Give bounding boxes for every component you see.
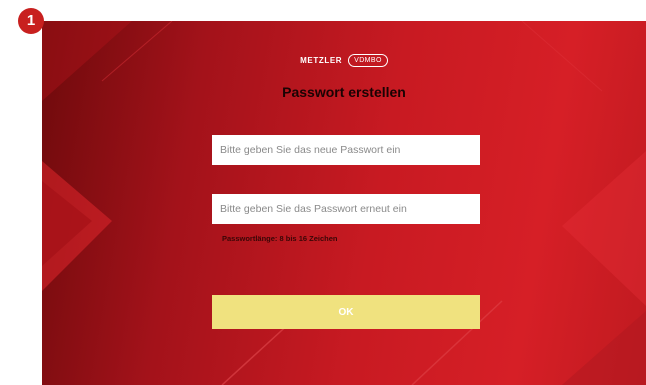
ok-button[interactable]: OK bbox=[212, 295, 480, 329]
page: 1 METZLER VDMBO Passwort erstellen Passw… bbox=[0, 0, 646, 385]
repeat-password-field[interactable] bbox=[212, 194, 480, 224]
new-password-field[interactable] bbox=[212, 135, 480, 165]
brand-logo: METZLER VDMBO bbox=[42, 51, 646, 69]
brand-name: METZLER bbox=[300, 55, 343, 65]
brand-sub-badge: VDMBO bbox=[348, 53, 388, 67]
password-length-hint: Passwortlänge: 8 bis 16 Zeichen bbox=[222, 234, 338, 243]
step-number-badge: 1 bbox=[18, 8, 44, 34]
page-title: Passwort erstellen bbox=[282, 84, 406, 100]
device-screen: METZLER VDMBO Passwort erstellen Passwor… bbox=[42, 21, 646, 385]
